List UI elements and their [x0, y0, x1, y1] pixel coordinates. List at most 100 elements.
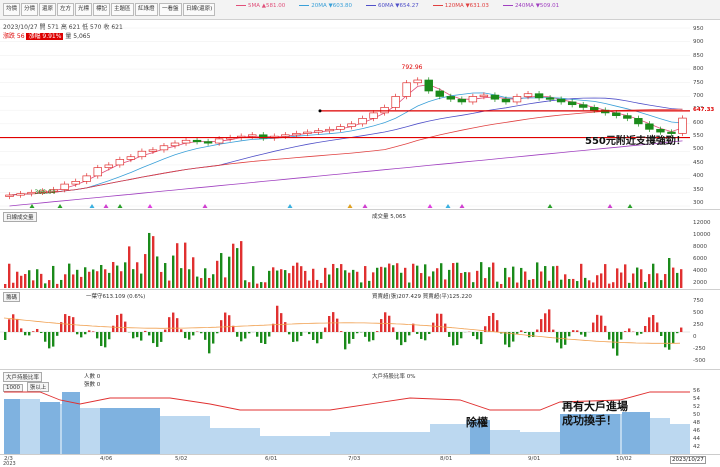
axis-tick-label: 250 [690, 322, 720, 328]
toolbar-button-1[interactable]: 分價 [21, 3, 38, 16]
axis-tick-label: 600 [690, 120, 720, 126]
volume-bar [120, 271, 122, 288]
axis-tick-label: 350 [690, 187, 720, 193]
volume-bar [92, 269, 94, 288]
volume-bar [576, 281, 578, 288]
chip-bar [160, 332, 162, 342]
volume-chart[interactable] [0, 210, 690, 290]
volume-bar [596, 275, 598, 288]
chip-bar [172, 313, 174, 332]
toolbar-button-8[interactable]: 一看盤 [159, 3, 182, 16]
chip-bar [528, 332, 530, 337]
chip-bar [212, 332, 214, 344]
chip-bar [676, 332, 678, 333]
volume-bar [172, 256, 174, 288]
volume-bar [620, 273, 622, 288]
toolbar-button-2[interactable]: 還原 [39, 3, 56, 16]
chip-bar [344, 332, 346, 349]
volume-bar [488, 267, 490, 288]
volume-bar [140, 274, 142, 288]
ma-swatch [433, 5, 443, 6]
chip-bar [452, 332, 454, 345]
toolbar-button-9[interactable]: 日線(還原) [183, 3, 215, 16]
volume-bar [288, 273, 290, 288]
axis-tick-label: 48 [690, 420, 720, 426]
chip-bar [8, 319, 10, 332]
chip-bar [140, 332, 142, 341]
volume-bar [644, 282, 646, 288]
chip-bar [616, 332, 618, 356]
candle-body [292, 133, 300, 135]
volume-bar [444, 279, 446, 288]
x-axis: 2/34/065/026/017/038/019/0110/0220232023… [0, 454, 720, 466]
chip-bar [240, 332, 242, 341]
volume-bar [628, 283, 630, 288]
axis-tick-label: 0 [690, 334, 720, 340]
candle-body [646, 124, 654, 129]
chip-chart[interactable] [0, 290, 690, 370]
volume-bar [656, 273, 658, 288]
toolbar-button-6[interactable]: 主題區 [111, 3, 134, 16]
x-axis-label: 7/03 [348, 456, 360, 462]
toolbar-button-4[interactable]: 光標 [75, 3, 92, 16]
chip-bar [660, 332, 662, 336]
chip-bar [544, 313, 546, 332]
price-chart[interactable]: 792.96366.04 [0, 20, 690, 210]
toolbar-button-7[interactable]: 紅綠燈 [135, 3, 158, 16]
support-annotation: 550元附近支撐強勁！ [585, 132, 686, 147]
volume-bar [12, 283, 14, 288]
axis-tick-label: 50 [690, 412, 720, 418]
toolbar-button-0[interactable]: 均價 [3, 3, 20, 16]
candle-body [381, 107, 389, 112]
volume-bar [64, 274, 66, 288]
axis-tick-label: 42 [690, 444, 720, 450]
chip-bar [376, 331, 378, 332]
volume-bar [160, 272, 162, 288]
chip-bar [672, 332, 674, 343]
chip-bar [444, 324, 446, 332]
candle-body [171, 143, 179, 146]
axis-tick-label: 400 [690, 173, 720, 179]
candle-body [535, 94, 543, 98]
toolbar-button-3[interactable]: 左方 [57, 3, 74, 16]
chip-bar [64, 314, 66, 332]
candle-body [436, 91, 444, 96]
volume-bar [232, 244, 234, 288]
chip-bar [408, 332, 410, 335]
chip-bar [416, 332, 418, 334]
chip-bar [164, 330, 166, 332]
volume-bar [244, 280, 246, 288]
chip-bar [208, 332, 210, 353]
holder-bar [40, 402, 60, 454]
volume-bar [672, 268, 674, 288]
volume-bar [324, 268, 326, 288]
volume-bar [40, 274, 42, 288]
volume-bar [380, 267, 382, 288]
candle-body [414, 80, 422, 83]
chip-bar [368, 332, 370, 342]
volume-bar [512, 267, 514, 288]
volume-bar [440, 263, 442, 288]
volume-bar [492, 263, 494, 288]
toolbar-button-5[interactable]: 標記 [93, 3, 110, 16]
chip-bar [280, 313, 282, 332]
volume-bar [184, 243, 186, 288]
chip-bar [420, 332, 422, 339]
chip-bar [456, 332, 458, 345]
volume-bar [180, 268, 182, 288]
chip-bar [260, 332, 262, 343]
volume-bar [164, 263, 166, 288]
candle-body [138, 151, 146, 156]
volume-bar [124, 262, 126, 288]
chip-bar [580, 332, 582, 335]
volume-bar [516, 283, 518, 288]
volume-bar [452, 263, 454, 288]
candle-body [337, 127, 345, 130]
candle-body [359, 118, 367, 123]
ma-swatch [299, 5, 309, 6]
chip-bar [24, 332, 26, 335]
chip-bar [216, 332, 218, 333]
candle-body [425, 80, 433, 91]
axis-tick-label: 950 [690, 26, 720, 32]
chip-bar [20, 328, 22, 332]
